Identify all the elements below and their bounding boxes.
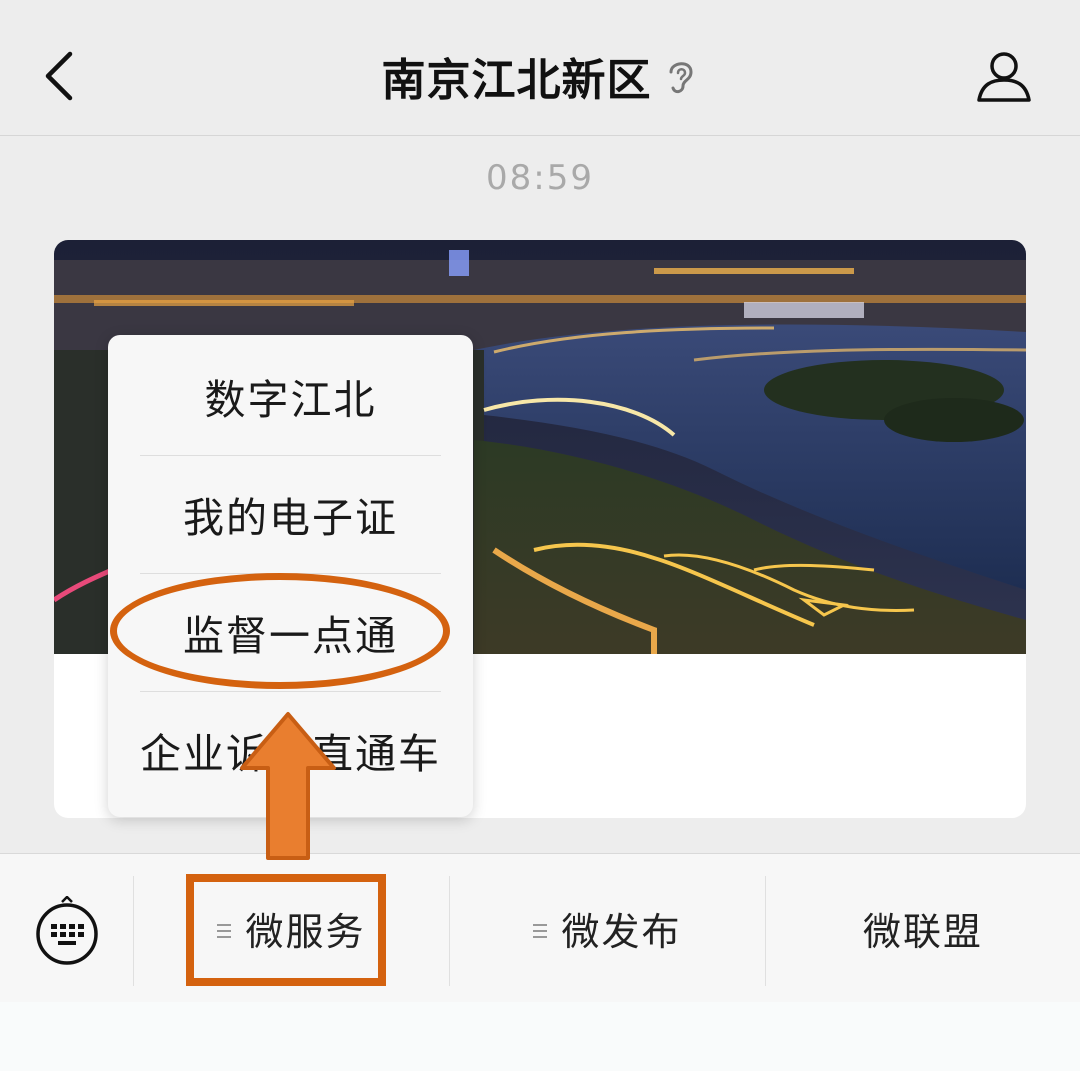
- menu-item-digital-jiangbei[interactable]: 数字江北: [108, 341, 473, 459]
- page-title: 南京江北新区: [381, 55, 652, 106]
- ear-icon: [669, 62, 693, 94]
- person-outline-icon: [977, 52, 1031, 102]
- submenu-lines-icon: [533, 923, 548, 938]
- menu-item-my-e-certificate[interactable]: 我的电子证: [108, 459, 473, 577]
- profile-button[interactable]: [974, 48, 1034, 104]
- highlight-ellipse: [110, 573, 450, 689]
- message-timestamp: 08:59: [486, 158, 594, 198]
- title-group: 南京江北新区: [0, 44, 1080, 108]
- tab-label: 微发布: [561, 910, 682, 954]
- bottom-menu-bar: 微服务 微发布 微联盟: [0, 853, 1080, 1002]
- menu-divider: [140, 455, 441, 456]
- keyboard-icon: [36, 895, 98, 965]
- up-arrow-icon: [240, 712, 336, 860]
- keyboard-toggle-button[interactable]: [32, 895, 102, 966]
- tab-micro-alliance[interactable]: 微联盟: [766, 854, 1080, 1002]
- tab-label: 微联盟: [862, 910, 983, 954]
- tab-micro-publish[interactable]: 微发布: [450, 854, 765, 1002]
- menu-divider: [140, 691, 441, 692]
- bottom-safe-area: [0, 1002, 1080, 1071]
- top-bar: 南京江北新区: [0, 0, 1080, 136]
- highlight-rectangle: [186, 874, 386, 986]
